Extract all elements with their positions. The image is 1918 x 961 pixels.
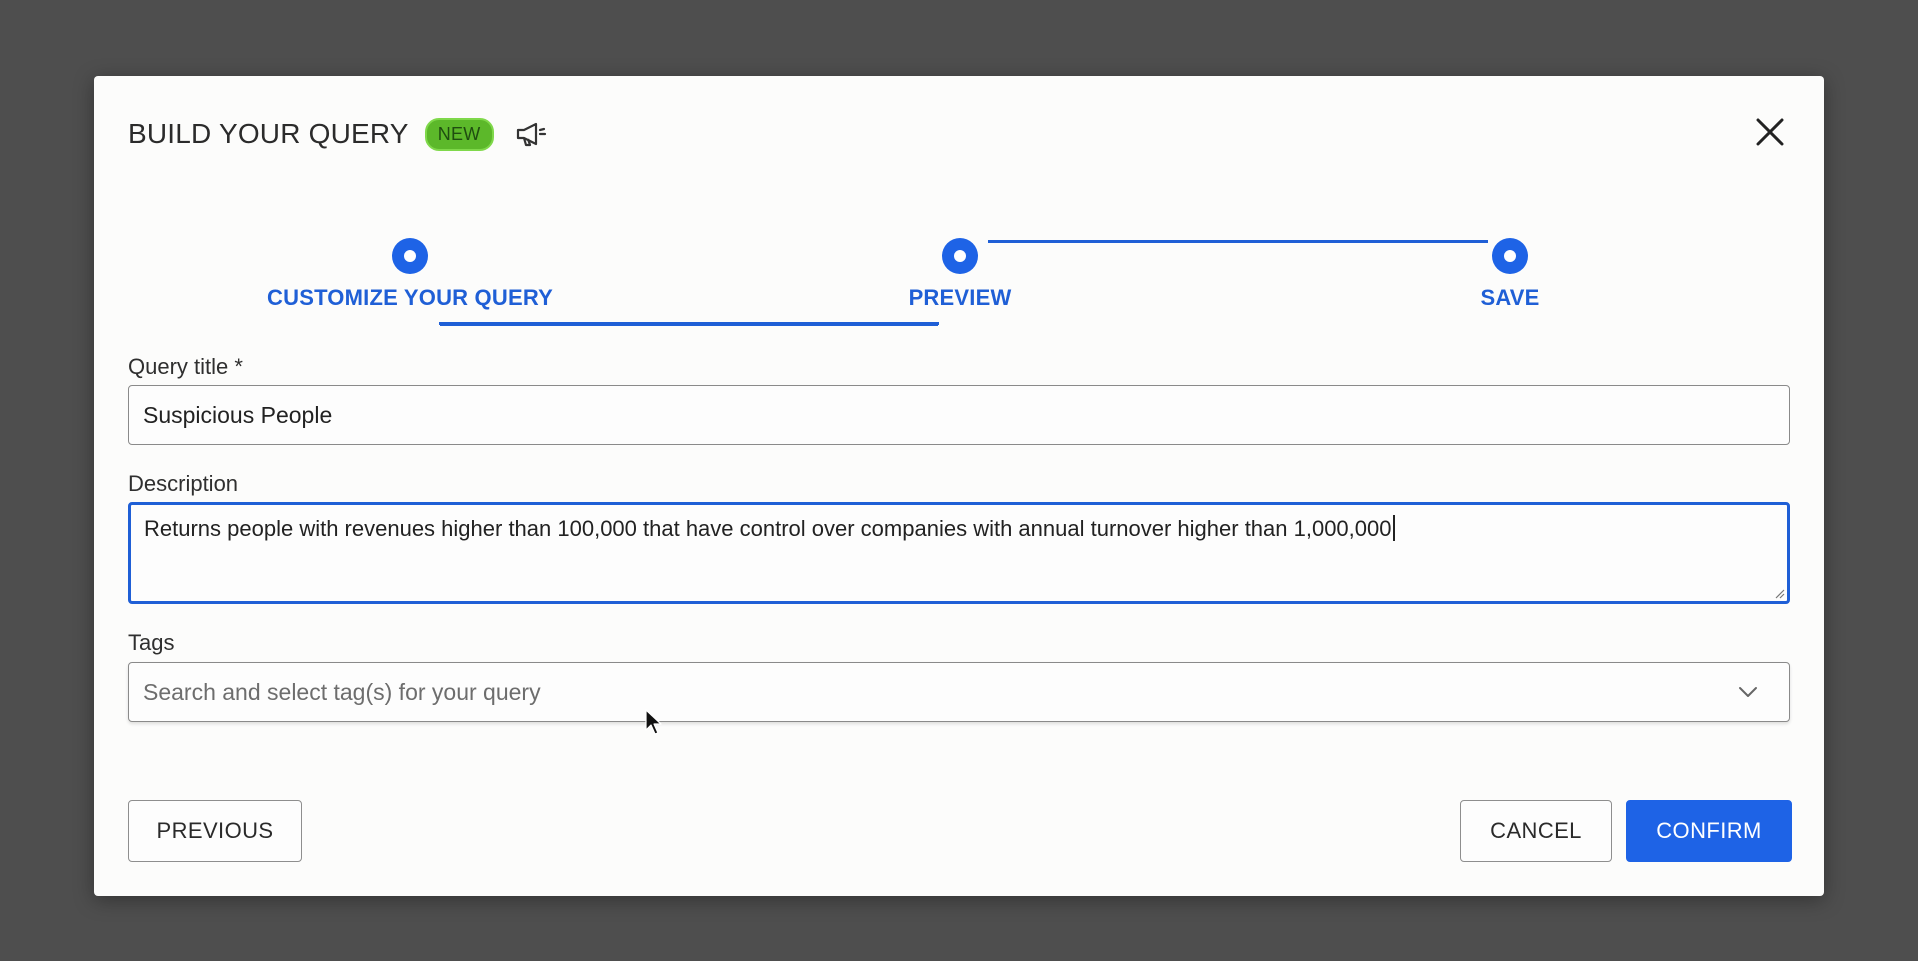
mouse-pointer-icon [645,709,662,735]
step-indicator [1492,238,1528,274]
description-value: Returns people with revenues higher than… [144,516,1392,541]
previous-button[interactable]: PREVIOUS [128,800,302,862]
query-title-label: Query title * [128,354,243,379]
new-badge: NEW [424,117,494,151]
close-button[interactable] [1752,114,1788,150]
step-label: SAVE [1480,285,1540,310]
dialog-header: BUILD YOUR QUERY NEW [128,114,552,154]
step-indicator [942,238,978,274]
cancel-button[interactable]: CANCEL [1460,800,1612,862]
step-indicator [392,238,428,274]
step-label: PREVIEW [908,285,1012,310]
step-connector-2 [988,240,1488,243]
close-icon [1756,118,1784,146]
confirm-button[interactable]: CONFIRM [1626,800,1792,862]
step-connector-1 [439,322,939,325]
description-label: Description [128,471,239,496]
text-caret [1392,515,1395,541]
build-query-dialog: BUILD YOUR QUERY NEW CUSTOMIZE YOUR QUER… [94,76,1824,896]
description-textarea[interactable]: Returns people with revenues higher than… [128,502,1790,604]
chevron-down-icon[interactable] [1737,685,1759,699]
tags-label: Tags [128,630,175,655]
megaphone-icon[interactable] [514,119,552,149]
resize-grip-icon[interactable] [1773,587,1785,599]
step-label: CUSTOMIZE YOUR QUERY [267,285,553,310]
tags-placeholder: Search and select tag(s) for your query [143,678,541,705]
tags-select[interactable]: Search and select tag(s) for your query [128,662,1790,722]
query-title-input[interactable]: Suspicious People [128,385,1790,445]
dialog-title: BUILD YOUR QUERY [128,118,409,149]
query-title-value: Suspicious People [143,401,333,428]
